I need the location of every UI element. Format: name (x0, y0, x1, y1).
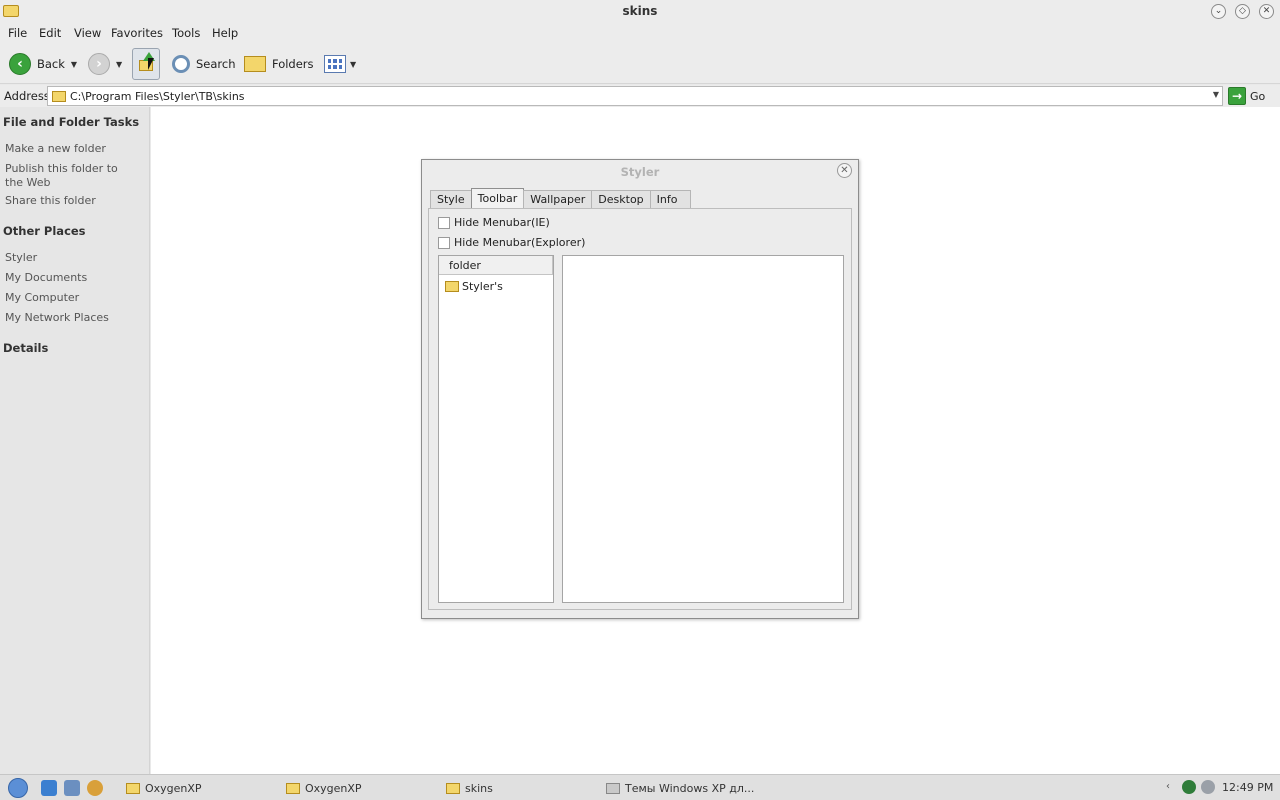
tab-desktop[interactable]: Desktop (591, 190, 651, 209)
app-icon (606, 782, 620, 794)
dialog-tabs: Style Toolbar Wallpaper Desktop Info (430, 188, 691, 209)
toolbar: ‹ Back ▼ › ▼ Search Folders ▼ (0, 44, 1280, 84)
menu-view[interactable]: View (74, 26, 101, 40)
toolbar-tab-panel: Hide Menubar(IE) Hide Menubar(Explorer) … (428, 208, 852, 610)
taskbar: OxygenXP OxygenXP skins Темы Windows XP … (0, 774, 1280, 800)
back-arrow-icon: ‹ (9, 53, 31, 75)
tasks-heading[interactable]: File and Folder Tasks (3, 115, 139, 129)
explorer-icon[interactable] (64, 780, 80, 796)
details-heading[interactable]: Details (3, 341, 48, 355)
tray-expand-icon[interactable]: ‹ (1166, 781, 1170, 792)
tree-item[interactable]: Styler's (445, 280, 503, 293)
folders-button[interactable]: Folders (244, 50, 314, 78)
views-button[interactable]: ▼ (324, 50, 356, 78)
chevron-down-icon[interactable]: ▼ (350, 60, 356, 69)
tree-item-label: Styler's (462, 280, 503, 293)
menu-favorites[interactable]: Favorites (111, 26, 163, 40)
place-my-computer-link[interactable]: My Computer (5, 291, 145, 305)
taskbar-item[interactable]: OxygenXP (126, 777, 202, 799)
menu-tools[interactable]: Tools (172, 26, 200, 40)
clock[interactable]: 12:49 PM (1222, 781, 1273, 794)
other-places-heading[interactable]: Other Places (3, 224, 86, 238)
go-arrow-icon: → (1228, 87, 1246, 105)
taskbar-item-label: skins (465, 781, 493, 795)
up-folder-button[interactable] (132, 48, 160, 80)
hide-menubar-ie-checkbox[interactable]: Hide Menubar(IE) (438, 216, 550, 229)
search-button[interactable]: Search (172, 50, 236, 78)
place-network-places-link[interactable]: My Network Places (5, 311, 145, 325)
ie-icon[interactable] (41, 780, 57, 796)
checkbox-box[interactable] (438, 216, 450, 229)
menu-edit[interactable]: Edit (39, 26, 61, 40)
address-label: Address (4, 89, 50, 103)
task-pane: File and Folder Tasks Make a new folder … (0, 107, 150, 774)
publish-folder-link[interactable]: Publish this folder to the Web (5, 162, 130, 190)
checkbox-label: Hide Menubar(IE) (454, 216, 550, 229)
go-label: Go (1250, 89, 1266, 103)
chevron-down-icon[interactable]: ▼ (71, 60, 77, 69)
taskbar-item-label: OxygenXP (305, 781, 362, 795)
skin-preview-pane (562, 255, 844, 603)
make-new-folder-link[interactable]: Make a new folder (5, 142, 145, 156)
window-title: skins (622, 4, 658, 18)
checkbox-label: Hide Menubar(Explorer) (454, 236, 586, 249)
share-folder-link[interactable]: Share this folder (5, 194, 145, 208)
folder-icon (446, 782, 460, 794)
volume-tray-icon[interactable] (1201, 780, 1215, 794)
close-icon[interactable]: ✕ (837, 163, 852, 178)
styler-tray-icon[interactable] (1182, 780, 1196, 794)
folder-icon (286, 782, 300, 794)
place-my-documents-link[interactable]: My Documents (5, 271, 145, 285)
taskbar-item[interactable]: Темы Windows XP дл... (606, 777, 754, 799)
taskbar-item[interactable]: OxygenXP (286, 777, 362, 799)
folder-icon (52, 91, 66, 102)
address-value: C:\Program Files\Styler\TB\skins (70, 90, 245, 103)
address-bar: Address C:\Program Files\Styler\TB\skins… (0, 85, 1280, 107)
folders-label: Folders (272, 57, 314, 71)
start-orb-icon[interactable] (8, 778, 28, 798)
tree-column-header[interactable]: folder (439, 256, 553, 275)
back-button[interactable]: ‹ Back ▼ (9, 50, 77, 78)
menu-file[interactable]: File (8, 26, 27, 40)
tab-style[interactable]: Style (430, 190, 472, 209)
browser-icon[interactable] (87, 780, 103, 796)
taskbar-item-label: OxygenXP (145, 781, 202, 795)
mouse-cursor (148, 58, 154, 70)
place-styler-link[interactable]: Styler (5, 251, 145, 265)
back-label: Back (37, 57, 65, 71)
address-input[interactable]: C:\Program Files\Styler\TB\skins ▼ (47, 86, 1223, 106)
taskbar-item-active[interactable]: skins (446, 777, 493, 799)
maximize-button[interactable]: ◇ (1235, 4, 1250, 19)
dialog-title: Styler (620, 165, 660, 179)
close-button[interactable]: ✕ (1259, 4, 1274, 19)
title-bar: skins ⌄ ◇ ✕ (0, 0, 1280, 24)
folder-icon (445, 281, 459, 292)
hide-menubar-explorer-checkbox[interactable]: Hide Menubar(Explorer) (438, 236, 585, 249)
folders-icon (244, 56, 266, 72)
styler-dialog: Styler ✕ Style Toolbar Wallpaper Desktop… (421, 159, 859, 619)
search-label: Search (196, 57, 236, 71)
forward-arrow-icon: › (88, 53, 110, 75)
views-icon (324, 55, 346, 73)
minimize-button[interactable]: ⌄ (1211, 4, 1226, 19)
chevron-down-icon[interactable]: ▼ (116, 60, 122, 69)
chevron-down-icon[interactable]: ▼ (1213, 90, 1219, 99)
tab-wallpaper[interactable]: Wallpaper (523, 190, 593, 209)
menu-help[interactable]: Help (212, 26, 238, 40)
checkbox-box[interactable] (438, 236, 450, 249)
menu-bar: File Edit View Favorites Tools Help (0, 24, 1280, 44)
search-icon (172, 55, 190, 73)
tab-info[interactable]: Info (649, 190, 691, 209)
go-button[interactable]: → Go (1228, 86, 1265, 106)
taskbar-item-label: Темы Windows XP дл... (625, 781, 755, 795)
folder-tree[interactable]: folder Styler's (438, 255, 554, 603)
tab-toolbar[interactable]: Toolbar (470, 188, 525, 208)
forward-button[interactable]: › ▼ (88, 50, 122, 78)
folder-icon (126, 782, 140, 794)
